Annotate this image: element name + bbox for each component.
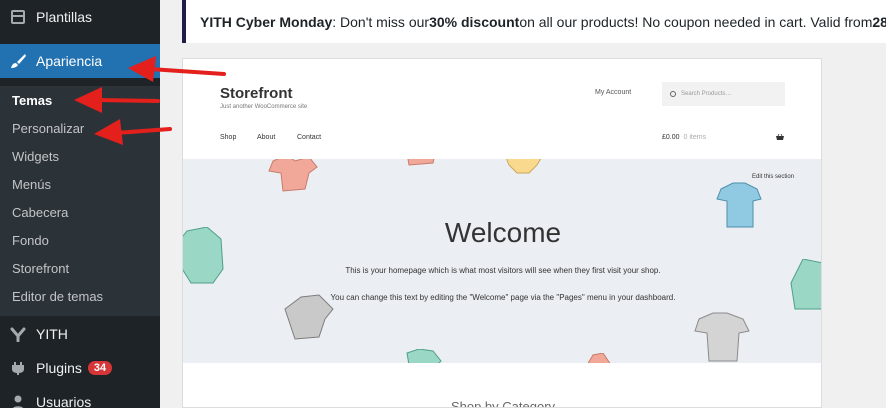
my-account-link: My Account [595, 89, 632, 96]
cart-items: 0 items [683, 134, 707, 141]
menu-item-usuarios[interactable]: Usuarios [0, 385, 160, 408]
wp-admin-screen: Plantillas Apariencia Temas Personalizar… [0, 0, 886, 408]
basket-icon [776, 133, 784, 140]
notice-date: 28t [872, 13, 886, 30]
menu-item-label: YITH [36, 326, 68, 342]
submenu-item-widgets[interactable]: Widgets [12, 149, 59, 164]
plugins-update-badge: 34 [87, 361, 113, 375]
welcome-heading: Welcome [444, 217, 562, 248]
notice-text: on all our products! No coupon needed in… [519, 13, 873, 30]
notice-brand: YITH Cyber Monday [200, 13, 333, 30]
yellow-shirt-illustration [506, 159, 542, 174]
menu-item-label: Apariencia [36, 53, 103, 69]
menu-item-plantillas[interactable]: Plantillas [0, 0, 160, 34]
submenu-item-temas[interactable]: Temas [12, 93, 52, 108]
red-shirt-illustration [268, 159, 318, 192]
notice-text: : Don't miss our [332, 13, 430, 30]
search-placeholder: Search Products… [681, 91, 732, 97]
nav-about: About [257, 134, 276, 141]
welcome-hero: Edit this section Welcome This is your h… [183, 159, 821, 363]
site-tagline: Just another WooCommerce site [220, 104, 308, 110]
menu-item-label: Plugins [36, 360, 82, 376]
menu-item-apariencia[interactable]: Apariencia [0, 44, 160, 78]
nav-contact: Contact [297, 134, 322, 141]
green-shirt-illustration [406, 349, 442, 363]
appearance-submenu: Temas Personalizar Widgets Menús Cabecer… [0, 86, 160, 316]
welcome-instructions: You can change this text by editing the … [330, 293, 676, 302]
paintbrush-icon [0, 52, 36, 70]
submenu-item-menus[interactable]: Menús [12, 177, 51, 192]
welcome-text: This is your homepage which is what most… [345, 266, 661, 275]
cart-summary: £0.00 0 items [662, 134, 706, 141]
menu-item-plugins[interactable]: Plugins 34 [0, 351, 160, 385]
menu-item-label: Plantillas [36, 9, 93, 25]
submenu-item-cabecera[interactable]: Cabecera [12, 205, 68, 220]
menu-item-yith[interactable]: YITH [0, 317, 160, 351]
product-search: Search Products… [662, 82, 785, 106]
nav-shop: Shop [220, 134, 237, 141]
site-title: Storefront [220, 85, 293, 102]
users-icon [0, 394, 36, 408]
submenu-item-personalizar[interactable]: Personalizar [12, 121, 84, 136]
yith-icon [0, 326, 36, 342]
submenu-item-editor-de-temas[interactable]: Editor de temas [12, 289, 103, 304]
shop-by-category-heading: Shop by Category [450, 399, 556, 408]
submenu-item-fondo[interactable]: Fondo [12, 233, 49, 248]
pink-garment-illustration [587, 353, 611, 363]
theme-preview[interactable]: Storefront Just another WooCommerce site… [182, 58, 822, 408]
plugin-icon [0, 360, 36, 376]
notice-discount: 30% discount [429, 13, 520, 30]
grey-tshirt-illustration [694, 312, 750, 362]
cart-total: £0.00 [662, 134, 680, 141]
promo-notice: YITH Cyber Monday: Don't miss our 30% di… [182, 0, 886, 43]
submenu-item-storefront[interactable]: Storefront [12, 261, 69, 276]
admin-sidebar: Plantillas Apariencia Temas Personalizar… [0, 0, 160, 408]
menu-item-label: Usuarios [36, 394, 92, 408]
search-icon [670, 91, 676, 97]
templates-icon [0, 9, 36, 25]
red-garment-illustration [407, 159, 435, 166]
edit-section-link: Edit this section [752, 174, 795, 180]
